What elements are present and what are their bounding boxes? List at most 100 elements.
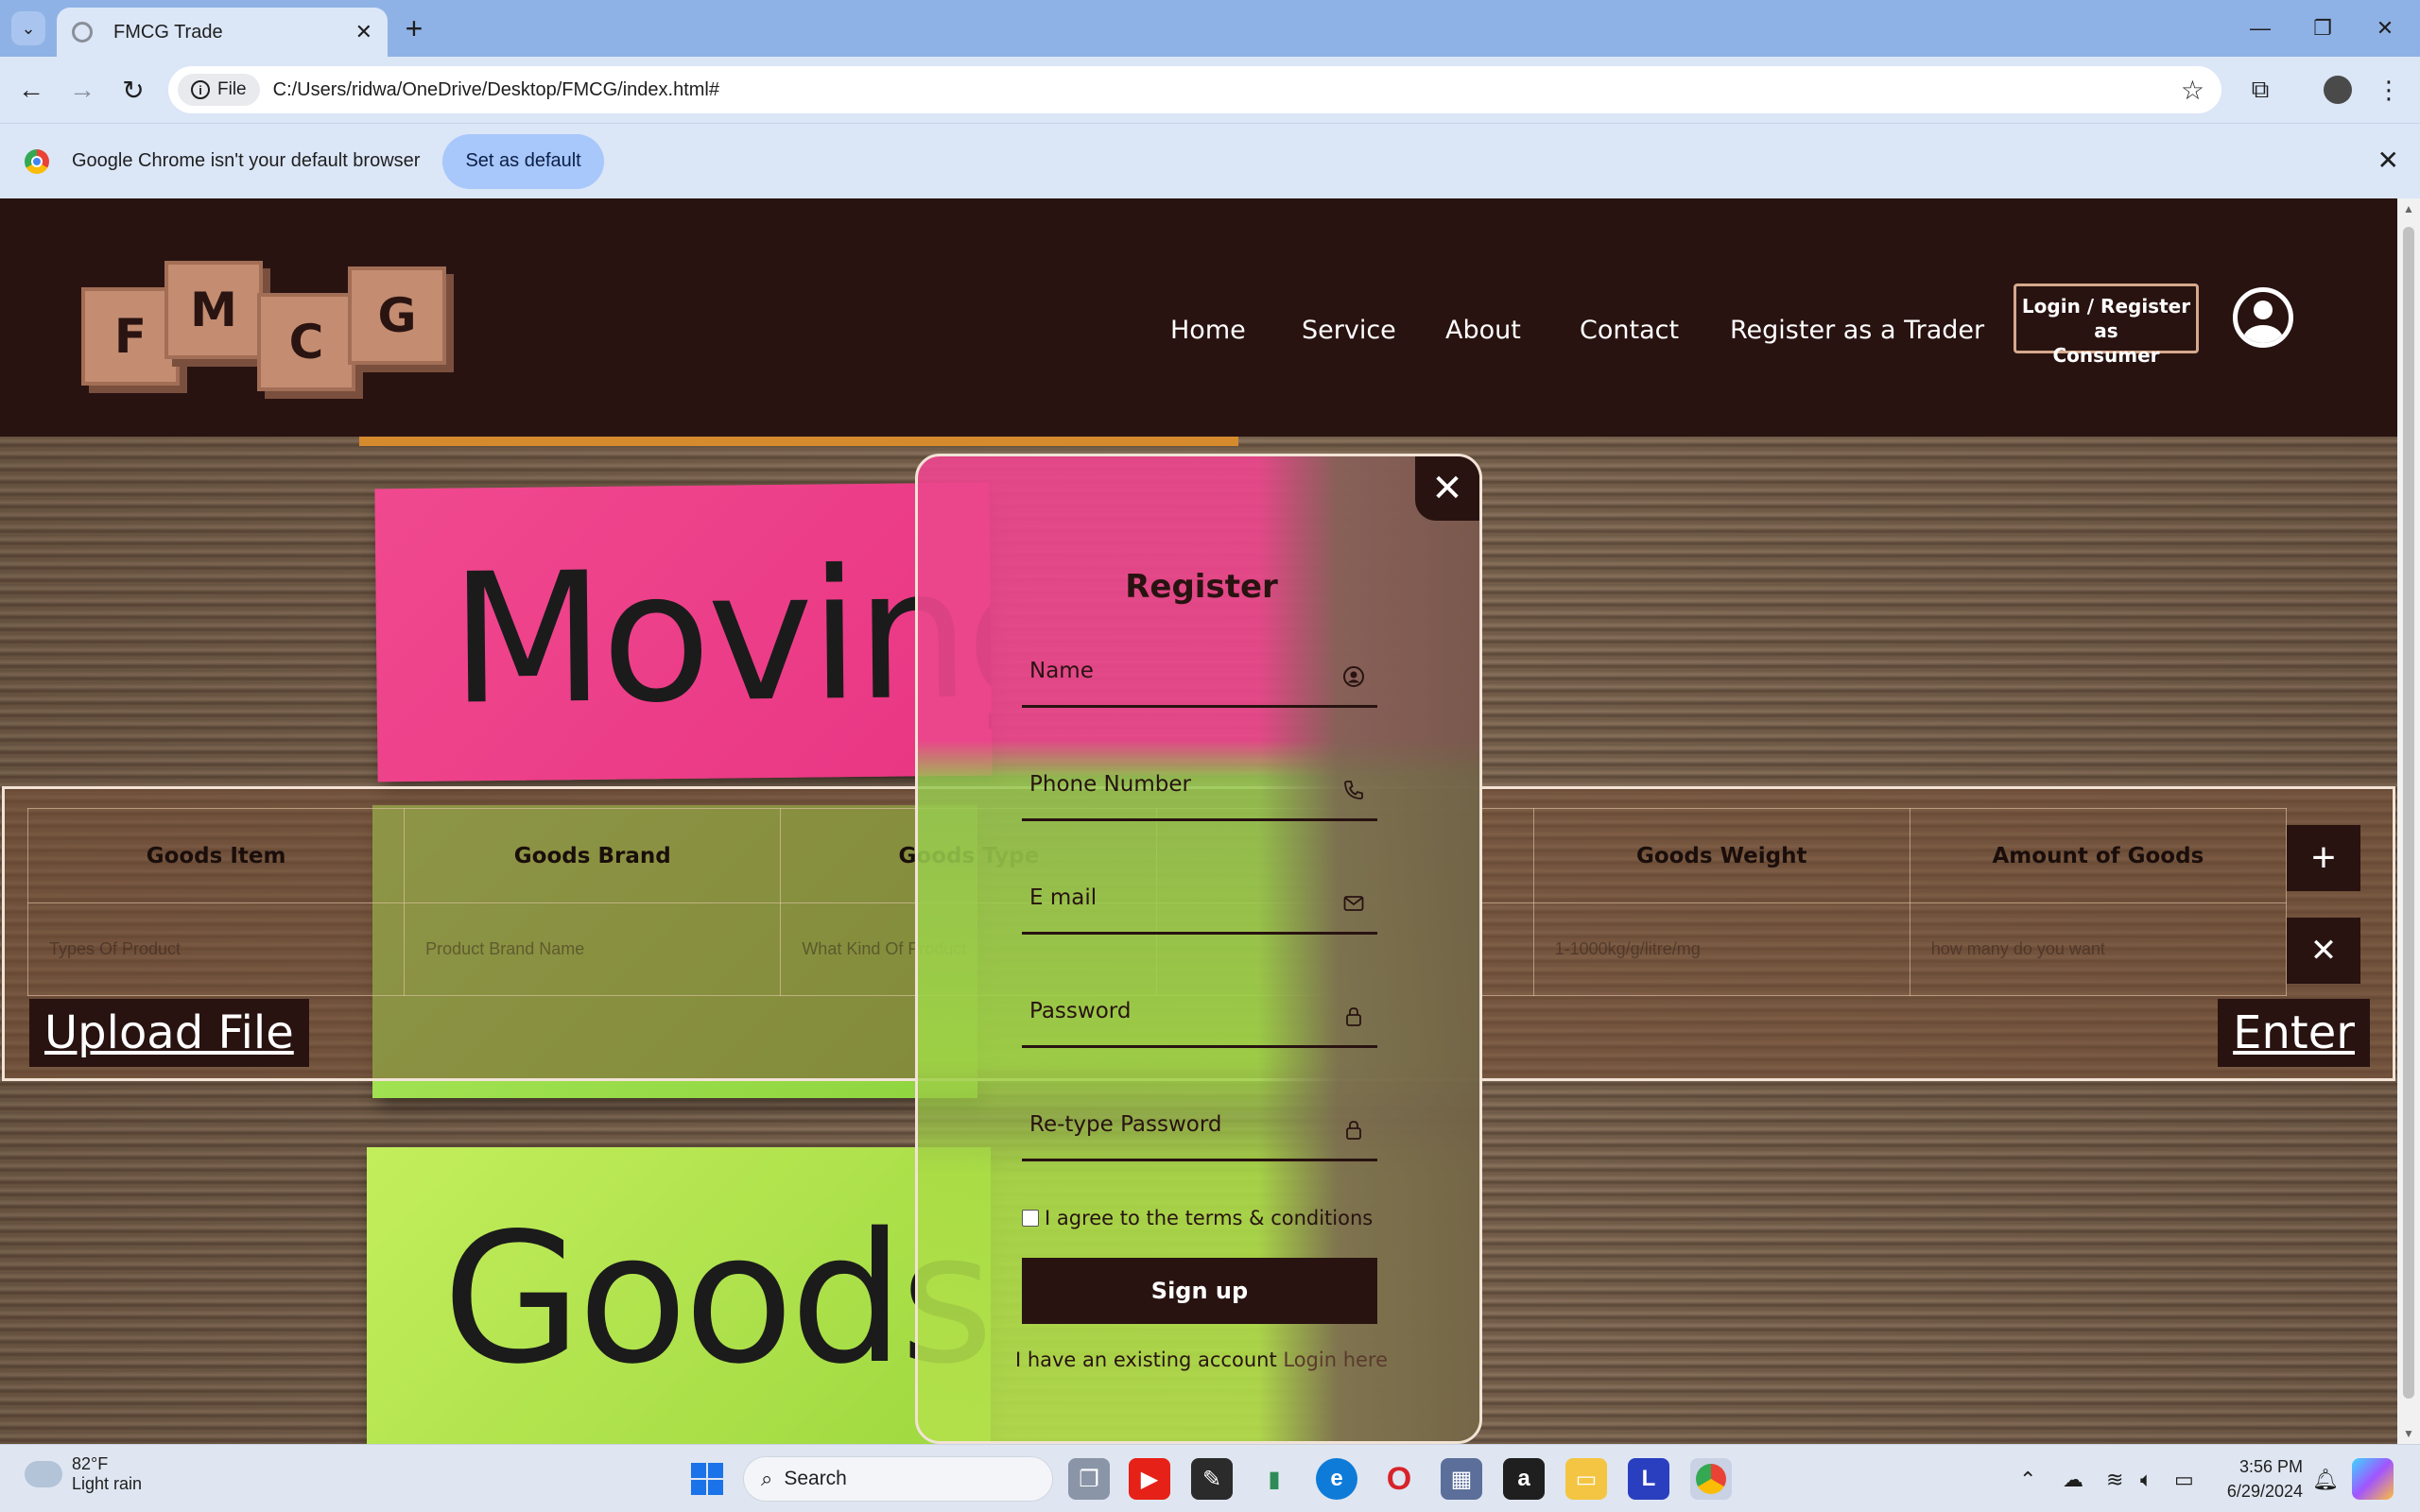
nav-about[interactable]: About — [1445, 316, 1521, 345]
terms-checkbox[interactable] — [1022, 1210, 1039, 1227]
taskbar-search-label: Search — [784, 1468, 847, 1489]
restore-icon[interactable]: ❐ — [2290, 0, 2356, 57]
search-icon: ⌕ — [761, 1467, 773, 1490]
address-bar[interactable]: i File C:/Users/ridwa/OneDrive/Desktop/F… — [168, 66, 2221, 113]
infobar-message: Google Chrome isn't your default browser — [72, 150, 421, 171]
header-goods-weight: Goods Weight — [1532, 808, 1910, 903]
remove-row-button[interactable]: ✕ — [2287, 918, 2360, 984]
browser-toolbar: ← → ↻ i File C:/Users/ridwa/OneDrive/Des… — [0, 57, 2420, 123]
opera-icon[interactable]: O — [1378, 1458, 1420, 1500]
upload-file-button[interactable]: Upload File — [29, 999, 309, 1067]
youtube-icon[interactable]: ▶ — [1129, 1458, 1170, 1500]
modal-close-icon[interactable]: ✕ — [1415, 456, 1479, 521]
goods-weight-input[interactable]: 1-1000kg/g/litre/mg — [1532, 902, 1910, 996]
sticky-note-pink: Moving — [374, 482, 993, 782]
scroll-down-arrow-icon[interactable]: ▼ — [2403, 1427, 2414, 1440]
tab-close-icon[interactable]: ✕ — [355, 20, 372, 44]
name-field[interactable]: Name — [1022, 645, 1377, 708]
chart-app-icon[interactable]: ▮ — [1253, 1458, 1295, 1500]
file-explorer-icon[interactable]: ▭ — [1565, 1458, 1607, 1500]
weather-rain-icon — [25, 1453, 62, 1487]
copilot-icon[interactable] — [2352, 1458, 2394, 1500]
edge-icon[interactable]: e — [1316, 1458, 1357, 1500]
retype-password-field[interactable]: Re-type Password — [1022, 1099, 1377, 1161]
sign-up-button[interactable]: Sign up — [1022, 1258, 1377, 1324]
terms-row: I agree to the terms & conditions — [1022, 1207, 1373, 1229]
logo-block-m: M — [164, 261, 263, 359]
asus-app-icon[interactable]: ✎ — [1191, 1458, 1233, 1500]
scroll-up-arrow-icon[interactable]: ▲ — [2403, 202, 2414, 215]
browser-tab[interactable]: FMCG Trade ✕ — [57, 8, 388, 57]
chrome-taskbar-icon[interactable] — [1690, 1458, 1732, 1500]
logo-block-g: G — [348, 266, 446, 365]
login-button-line2: Consumer — [2052, 344, 2160, 367]
hero-word-bottom: Goods — [442, 1194, 991, 1403]
tray-chevron-icon[interactable]: ⌃ — [2019, 1468, 2036, 1492]
header-amount-of-goods: Amount of Goods — [1909, 808, 2288, 903]
goods-brand-input[interactable]: Product Brand Name — [404, 902, 782, 996]
minimize-icon[interactable]: — — [2227, 0, 2293, 57]
existing-account-row: I have an existing account Login here — [918, 1349, 1479, 1371]
profile-avatar[interactable] — [2320, 72, 2356, 108]
user-account-icon[interactable] — [2233, 287, 2293, 348]
nav-contact[interactable]: Contact — [1580, 316, 1679, 345]
login-here-link[interactable]: Login here — [1283, 1349, 1388, 1371]
register-modal: ✕ Register Name Phone Number E mail Pass… — [915, 454, 1482, 1444]
ms-store-icon[interactable]: ▦ — [1441, 1458, 1482, 1500]
browser-tab-strip: ⌄ FMCG Trade ✕ + — ❐ ✕ — [0, 0, 2420, 57]
email-field[interactable]: E mail — [1022, 872, 1377, 935]
email-field-label: E mail — [1029, 885, 1098, 910]
nav-register-trader[interactable]: Register as a Trader — [1730, 316, 1984, 345]
l-app-icon[interactable]: L — [1628, 1458, 1669, 1500]
windows-start-icon[interactable] — [686, 1458, 728, 1500]
header-goods-brand: Goods Brand — [404, 808, 782, 903]
tab-search-chevron-icon[interactable]: ⌄ — [11, 11, 45, 45]
hero-strip — [359, 437, 1238, 446]
weather-temperature: 82°F — [72, 1454, 109, 1473]
network-icon[interactable]: ☁ — [2063, 1468, 2083, 1492]
close-window-icon[interactable]: ✕ — [2352, 0, 2418, 57]
tab-title: FMCG Trade — [113, 21, 223, 43]
info-icon: i — [191, 80, 210, 99]
name-field-label: Name — [1029, 659, 1094, 683]
system-clock[interactable]: 3:56 PM 6/29/2024 — [2221, 1454, 2303, 1503]
set-as-default-button[interactable]: Set as default — [442, 133, 604, 189]
weather-widget[interactable]: 82°F Light rain — [25, 1453, 142, 1494]
scrollbar-thumb[interactable] — [2403, 227, 2414, 1399]
wifi-icon[interactable]: ≋ — [2106, 1468, 2123, 1492]
chrome-menu-icon[interactable]: ⋮ — [2371, 72, 2407, 108]
fmcg-logo[interactable]: F M C G — [78, 261, 456, 391]
header-goods-item: Goods Item — [26, 808, 406, 903]
url-text[interactable]: C:/Users/ridwa/OneDrive/Desktop/FMCG/ind… — [273, 79, 2181, 101]
battery-icon[interactable]: ▭ — [2174, 1468, 2194, 1492]
back-arrow-icon[interactable]: ← — [11, 70, 51, 110]
user-circle-icon — [1341, 664, 1366, 689]
password-field-label: Password — [1029, 999, 1132, 1023]
reload-icon[interactable]: ↻ — [113, 70, 153, 110]
forward-arrow-icon[interactable]: → — [62, 70, 102, 110]
page-scrollbar[interactable]: ▲ ▼ — [2397, 198, 2420, 1444]
logo-block-c: C — [257, 293, 355, 391]
infobar-close-icon[interactable]: ✕ — [2377, 145, 2399, 176]
new-tab-button[interactable]: + — [397, 11, 431, 45]
amount-of-goods-input[interactable]: how many do you want — [1909, 902, 2288, 996]
amazon-icon[interactable]: a — [1503, 1458, 1545, 1500]
site-info-chip[interactable]: i File — [178, 74, 260, 106]
password-field[interactable]: Password — [1022, 986, 1377, 1048]
nav-service[interactable]: Service — [1302, 316, 1396, 345]
bookmark-star-icon[interactable]: ☆ — [2181, 75, 2204, 106]
sticky-note-green-bottom: Goods — [367, 1147, 991, 1444]
existing-account-text: I have an existing account — [1014, 1349, 1277, 1371]
volume-icon[interactable]: 🔈︎ — [2140, 1468, 2152, 1492]
enter-button[interactable]: Enter — [2218, 999, 2370, 1067]
site-info-label: File — [217, 79, 247, 99]
extensions-icon[interactable]: ⧉ — [2242, 72, 2278, 108]
notification-bell-icon[interactable]: 🔔︎ — [2312, 1468, 2339, 1492]
phone-field[interactable]: Phone Number — [1022, 759, 1377, 821]
goods-item-input[interactable]: Types Of Product — [26, 902, 406, 996]
nav-home[interactable]: Home — [1170, 316, 1246, 345]
login-register-consumer-button[interactable]: Login / Register as Consumer — [2014, 284, 2199, 367]
task-view-icon[interactable]: ❐ — [1068, 1458, 1110, 1500]
taskbar-search-box[interactable]: ⌕ Search — [743, 1456, 1053, 1502]
add-row-button[interactable]: + — [2287, 825, 2360, 891]
